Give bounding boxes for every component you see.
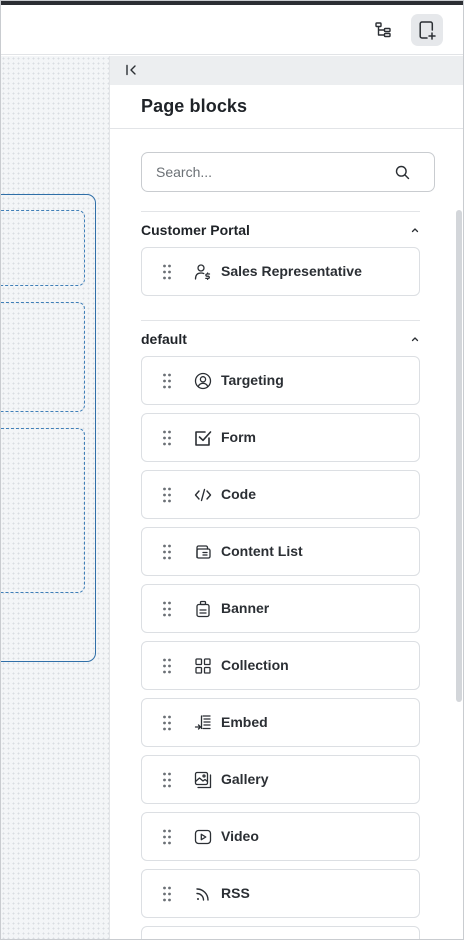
block-embed[interactable]: Embed [141,698,420,747]
app-window: Page blocks Customer Portal Sales Repre [0,0,464,940]
block-video[interactable]: Video [141,812,420,861]
embed-icon [193,713,213,733]
section-header-customer-portal[interactable]: Customer Portal [141,222,420,242]
content-list-icon [193,542,213,562]
block-label: Targeting [221,372,284,388]
rss-icon [193,884,213,904]
checkbox-icon [193,428,213,448]
banner-icon [193,599,213,619]
block-label: Content List [221,543,303,559]
search-icon[interactable] [395,165,410,180]
drag-handle-icon[interactable] [162,544,172,560]
drag-handle-icon[interactable] [162,430,172,446]
block-rss[interactable]: RSS [141,869,420,918]
canvas-drop-slot[interactable] [1,210,85,286]
block-label: RSS [221,885,250,901]
canvas-drop-slot[interactable] [1,302,85,412]
block-label: Embed [221,714,268,730]
block-collection[interactable]: Collection [141,641,420,690]
search-input[interactable] [156,153,392,191]
panel-title: Page blocks [141,96,248,116]
user-dollar-icon [193,262,213,282]
gallery-icon [193,770,213,790]
block-label: Collection [221,657,289,673]
video-icon [193,827,213,847]
block-code[interactable]: Code [141,470,420,519]
blocks-scrollbar[interactable] [456,210,462,702]
add-page-button[interactable] [411,14,443,46]
tree-structure-icon [375,22,391,38]
drag-handle-icon[interactable] [162,487,172,503]
page-blocks-panel: Page blocks Customer Portal Sales Repre [109,56,463,939]
canvas-drop-slot[interactable] [1,428,85,593]
block-sales-representative[interactable]: Sales Representative [141,247,420,296]
drag-handle-icon[interactable] [162,829,172,845]
section-divider [141,211,420,212]
drag-handle-icon[interactable] [162,886,172,902]
drag-handle-icon[interactable] [162,264,172,280]
top-toolbar [1,5,463,55]
block-targeting[interactable]: Targeting [141,356,420,405]
search-box[interactable] [141,152,435,192]
collection-grid-icon [193,656,213,676]
drag-handle-icon[interactable] [162,715,172,731]
block-banner[interactable]: Banner [141,584,420,633]
add-page-icon [419,21,436,40]
user-circle-icon [193,371,213,391]
block-content-list[interactable]: Content List [141,527,420,576]
block-label: Code [221,486,256,502]
block-label: Video [221,828,259,844]
page-canvas[interactable] [1,56,109,939]
block-next-partial[interactable] [141,926,420,939]
panel-header-divider [110,128,463,129]
block-label: Form [221,429,256,445]
drag-handle-icon[interactable] [162,658,172,674]
drag-handle-icon[interactable] [162,373,172,389]
block-gallery[interactable]: Gallery [141,755,420,804]
drag-handle-icon[interactable] [162,772,172,788]
tree-structure-button[interactable] [367,14,399,46]
collapse-panel-icon[interactable] [124,63,138,77]
section-header-default[interactable]: default [141,331,420,351]
chevron-up-icon[interactable] [410,225,420,235]
block-label: Gallery [221,771,269,787]
blocks-list[interactable]: Customer Portal Sales Representative def… [110,206,463,939]
code-icon [193,485,213,505]
drag-handle-icon[interactable] [162,601,172,617]
block-label: Sales Representative [221,263,362,279]
section-title: default [141,331,187,347]
canvas-block-container[interactable] [1,194,96,662]
block-label: Banner [221,600,270,616]
block-form[interactable]: Form [141,413,420,462]
panel-collapse-bar[interactable] [110,56,463,85]
section-divider [141,320,420,321]
chevron-up-icon[interactable] [410,334,420,344]
section-title: Customer Portal [141,222,250,238]
